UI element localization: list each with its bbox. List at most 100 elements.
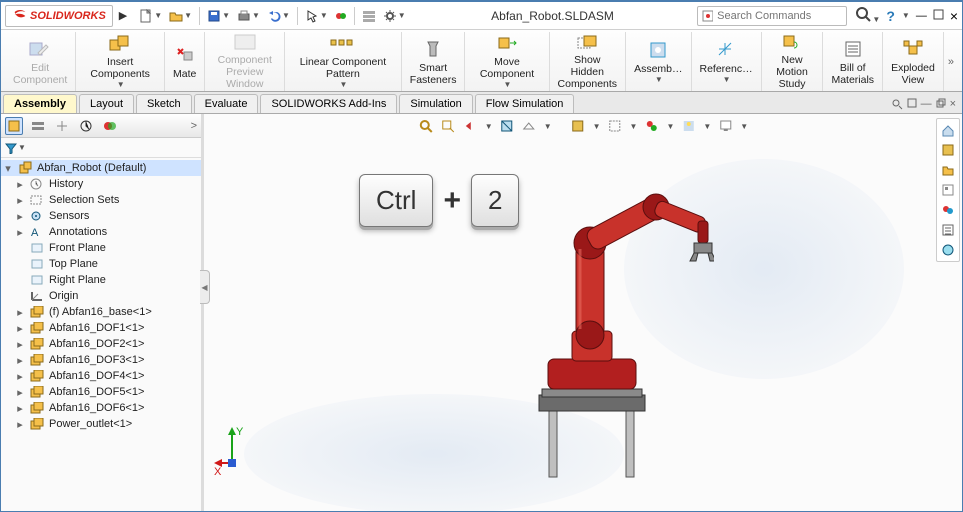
- exploded-view-button[interactable]: Exploded View: [883, 32, 944, 91]
- move-component-button[interactable]: Move Component ▼: [465, 32, 549, 91]
- tree-node[interactable]: ▸Abfan16_DOF4<1>: [1, 368, 201, 384]
- tree-node[interactable]: ▸Abfan16_DOF1<1>: [1, 320, 201, 336]
- taskpane-home-icon[interactable]: [939, 121, 957, 139]
- tree-node[interactable]: ▸Power_outlet<1>: [1, 416, 201, 432]
- assembly-features-button[interactable]: Assemb… ▼: [626, 32, 691, 91]
- smart-fasteners-button[interactable]: Smart Fasteners: [402, 32, 466, 91]
- app-logo[interactable]: SOLIDWORKS: [5, 5, 113, 27]
- edit-appearance-icon[interactable]: [643, 118, 659, 134]
- save-button[interactable]: ▼: [205, 7, 232, 25]
- filter-icon: [5, 142, 17, 154]
- view-triad[interactable]: Y X: [214, 425, 270, 481]
- tree-tab-display[interactable]: [101, 117, 119, 135]
- part-icon: [29, 417, 45, 431]
- undo-button[interactable]: ▼: [265, 7, 292, 25]
- tree-tab-property[interactable]: [29, 117, 47, 135]
- new-doc-button[interactable]: ▼: [137, 7, 164, 25]
- select-button[interactable]: ▼: [303, 7, 330, 25]
- child-close-icon[interactable]: ×: [950, 98, 956, 113]
- insert-components-button[interactable]: Insert Components ▼: [76, 32, 165, 91]
- exploded-view-icon: [903, 38, 923, 60]
- section-view-icon[interactable]: [499, 118, 515, 134]
- maximize-icon[interactable]: [933, 9, 944, 23]
- tree-expand-icon[interactable]: >: [191, 120, 197, 132]
- command-tabs: Assembly Layout Sketch Evaluate SOLIDWOR…: [1, 92, 962, 114]
- options-button[interactable]: [360, 7, 378, 25]
- tree-tab-dim[interactable]: [77, 117, 95, 135]
- close-icon[interactable]: ×: [950, 8, 958, 24]
- reference-geom-button[interactable]: Referenc… ▼: [692, 32, 762, 91]
- tree-node[interactable]: ▸Abfan16_DOF2<1>: [1, 336, 201, 352]
- tab-assembly[interactable]: Assembly: [3, 94, 77, 113]
- apply-scene-icon[interactable]: [680, 118, 696, 134]
- taskpane-props-icon[interactable]: [939, 221, 957, 239]
- plane-icon: [29, 273, 45, 287]
- tree-node[interactable]: ▸Selection Sets: [1, 192, 201, 208]
- search-commands[interactable]: [697, 6, 847, 26]
- open-doc-button[interactable]: ▼: [167, 7, 194, 25]
- graphics-viewport[interactable]: ▼ ▼ ▼ ▼ ▼ ▼ ▼ Ctrl + 2: [204, 114, 962, 511]
- rebuild-button[interactable]: [333, 8, 349, 24]
- tab-addins[interactable]: SOLIDWORKS Add-Ins: [260, 94, 397, 113]
- run-macro-icon[interactable]: ▶: [119, 9, 127, 22]
- show-hidden-button[interactable]: Show Hidden Components: [550, 32, 627, 91]
- tree-node[interactable]: Origin: [1, 288, 201, 304]
- view-orient-icon[interactable]: [521, 118, 537, 134]
- tree-filter-row[interactable]: ▼: [1, 138, 201, 158]
- view-settings-icon[interactable]: [717, 118, 733, 134]
- child-minimize-icon[interactable]: —: [921, 98, 932, 113]
- zoom-window-icon[interactable]: [440, 118, 456, 134]
- tab-flow-simulation[interactable]: Flow Simulation: [475, 94, 575, 113]
- tab-sketch[interactable]: Sketch: [136, 94, 192, 113]
- tab-simulation[interactable]: Simulation: [399, 94, 472, 113]
- minimize-icon[interactable]: —: [916, 10, 927, 22]
- search-input[interactable]: [717, 10, 842, 22]
- taskpane-file-explorer-icon[interactable]: [939, 161, 957, 179]
- search-icon[interactable]: ▼: [855, 6, 880, 25]
- tree-tab-config[interactable]: [53, 117, 71, 135]
- key-plus: +: [443, 184, 461, 218]
- tree-node[interactable]: ▸(f) Abfan16_base<1>: [1, 304, 201, 320]
- tree-node[interactable]: Front Plane: [1, 240, 201, 256]
- tree-node[interactable]: ▸Sensors: [1, 208, 201, 224]
- tree-node[interactable]: ▸Abfan16_DOF6<1>: [1, 400, 201, 416]
- search-small-icon[interactable]: [891, 98, 903, 113]
- tree-root-node[interactable]: ▾ Abfan_Robot (Default): [1, 160, 201, 176]
- prev-view-icon[interactable]: [462, 118, 478, 134]
- task-pane: [936, 118, 960, 262]
- tree-node[interactable]: Top Plane: [1, 256, 201, 272]
- tab-evaluate[interactable]: Evaluate: [194, 94, 259, 113]
- display-style-icon[interactable]: [570, 118, 586, 134]
- zoom-fit-icon[interactable]: [418, 118, 434, 134]
- linear-pattern-button[interactable]: Linear Component Pattern ▼: [285, 32, 402, 91]
- tree-tab-feature[interactable]: [5, 117, 23, 135]
- axis-y-label: Y: [236, 426, 244, 438]
- feature-tree[interactable]: ▾ Abfan_Robot (Default) ▸History▸Selecti…: [1, 158, 201, 434]
- tree-node[interactable]: ▸Abfan16_DOF5<1>: [1, 384, 201, 400]
- motion-study-button[interactable]: New Motion Study: [762, 32, 824, 91]
- taskpane-forum-icon[interactable]: [939, 241, 957, 259]
- tree-node[interactable]: ▸AAnnotations: [1, 224, 201, 240]
- taskpane-design-lib-icon[interactable]: [939, 141, 957, 159]
- child-dropdown-icon[interactable]: [907, 98, 917, 113]
- settings-button[interactable]: ▼: [381, 7, 408, 25]
- tree-node[interactable]: Right Plane: [1, 272, 201, 288]
- bom-button[interactable]: Bill of Materials: [823, 32, 883, 91]
- part-icon: [29, 337, 45, 351]
- filter-dropdown-icon[interactable]: ▼: [18, 143, 26, 152]
- mate-button[interactable]: Mate: [165, 32, 205, 91]
- ribbon-overflow-icon[interactable]: »: [944, 56, 958, 68]
- help-icon[interactable]: ?: [886, 8, 895, 24]
- taskpane-view-palette-icon[interactable]: [939, 181, 957, 199]
- sensors-icon: [29, 209, 45, 223]
- taskpane-appearance-icon[interactable]: [939, 201, 957, 219]
- hide-show-icon[interactable]: [607, 118, 623, 134]
- tree-node[interactable]: ▸History: [1, 176, 201, 192]
- robot-model: [494, 149, 714, 479]
- tree-collapse-handle[interactable]: ◀: [200, 270, 210, 304]
- tree-node[interactable]: ▸Abfan16_DOF3<1>: [1, 352, 201, 368]
- child-restore-icon[interactable]: [936, 98, 946, 113]
- tab-layout[interactable]: Layout: [79, 94, 134, 113]
- print-button[interactable]: ▼: [235, 7, 262, 25]
- main-area: > ▼ ▾ Abfan_Robot (Default) ▸History▸Sel…: [1, 114, 962, 511]
